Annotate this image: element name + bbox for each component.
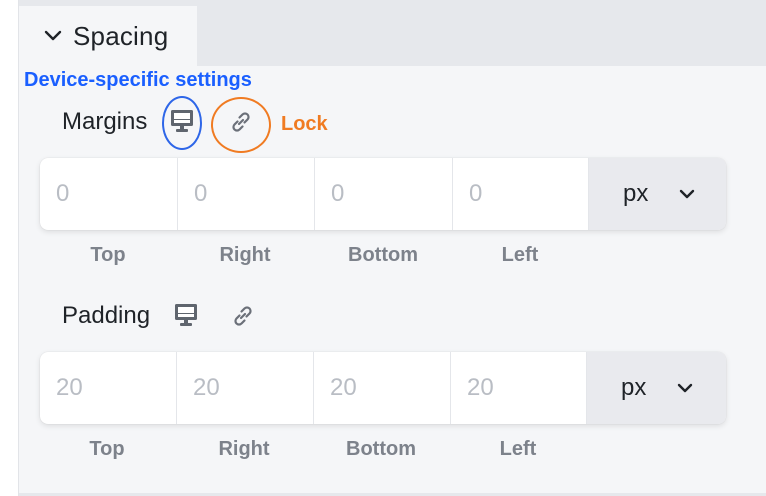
chevron-down-icon xyxy=(676,379,694,397)
margins-unit-value: px xyxy=(623,180,649,207)
margins-unit-select[interactable]: px xyxy=(589,158,726,230)
link-icon xyxy=(228,109,254,140)
padding-left-field xyxy=(451,352,587,424)
margin-left-field xyxy=(453,158,589,230)
padding-left-input[interactable] xyxy=(451,352,586,424)
margins-label: Margins xyxy=(62,108,148,135)
margin-left-label: Left xyxy=(501,244,539,266)
margin-top-field xyxy=(40,158,178,230)
margins-lock-button[interactable] xyxy=(227,110,255,138)
monitor-icon xyxy=(173,302,199,333)
margin-left-input[interactable] xyxy=(453,158,588,230)
margins-input-group: px xyxy=(40,158,726,230)
padding-top-label: Top xyxy=(89,438,125,460)
margin-right-input[interactable] xyxy=(178,158,314,230)
monitor-icon xyxy=(169,108,195,139)
margin-bottom-input[interactable] xyxy=(315,158,452,230)
margin-right-label: Right xyxy=(219,244,271,266)
padding-unit-value: px xyxy=(621,374,647,401)
padding-right-field xyxy=(177,352,314,424)
padding-right-input[interactable] xyxy=(177,352,313,424)
padding-bottom-label: Bottom xyxy=(346,438,416,460)
section-title: Spacing xyxy=(73,20,169,51)
device-specific-annotation: Device-specific settings xyxy=(24,69,252,91)
margin-right-field xyxy=(178,158,315,230)
padding-left-label: Left xyxy=(499,438,537,460)
padding-unit-select[interactable]: px xyxy=(587,352,726,424)
margin-bottom-field xyxy=(315,158,453,230)
spacing-section-toggle[interactable]: Spacing xyxy=(19,6,197,66)
margins-device-button[interactable] xyxy=(168,109,196,137)
margin-top-input[interactable] xyxy=(40,158,177,230)
margin-bottom-label: Bottom xyxy=(348,244,418,266)
padding-bottom-field xyxy=(314,352,451,424)
padding-lock-button[interactable] xyxy=(229,304,257,332)
lock-annotation: Lock xyxy=(281,113,328,135)
chevron-down-icon xyxy=(43,26,63,46)
padding-device-button[interactable] xyxy=(172,303,200,331)
padding-right-label: Right xyxy=(218,438,270,460)
padding-top-field xyxy=(40,352,177,424)
padding-top-input[interactable] xyxy=(40,352,176,424)
link-icon xyxy=(230,303,256,334)
padding-bottom-input[interactable] xyxy=(314,352,450,424)
margin-top-label: Top xyxy=(90,244,126,266)
padding-input-group: px xyxy=(40,352,726,424)
chevron-down-icon xyxy=(678,185,696,203)
padding-label: Padding xyxy=(62,302,151,329)
